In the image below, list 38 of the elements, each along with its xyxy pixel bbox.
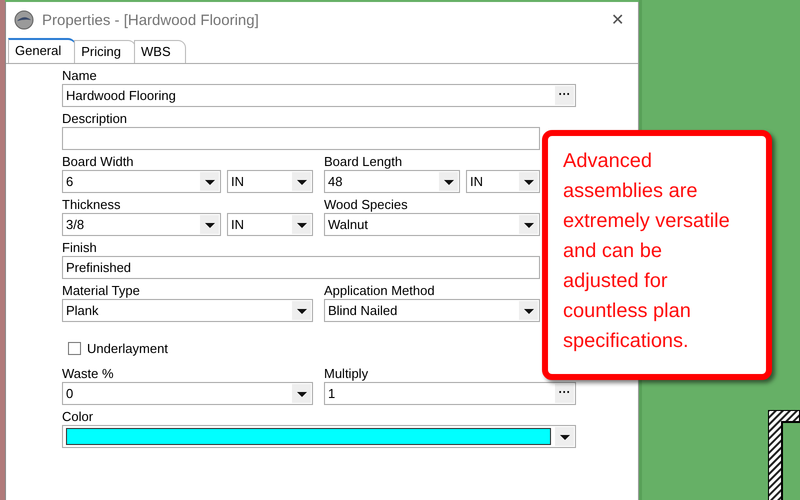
field-label: Color [62, 408, 94, 425]
app-logo-icon [14, 10, 34, 30]
field-label: Board Width [62, 153, 135, 170]
checkbox-label: Underlayment [87, 341, 168, 356]
tab[interactable]: WBS [134, 40, 186, 63]
ellipsis-button[interactable]: ··· [555, 384, 574, 403]
checkbox[interactable] [68, 342, 81, 355]
field-label: Name [62, 67, 98, 84]
field-label: Wood Species [324, 196, 409, 213]
close-button[interactable]: ✕ [605, 8, 630, 32]
dropdown[interactable]: 6 [62, 170, 221, 193]
dropdown[interactable]: 0 [62, 382, 313, 405]
dropdown[interactable]: Blind Nailed [324, 299, 540, 322]
text-field[interactable] [62, 127, 540, 150]
color-dropdown[interactable] [62, 425, 576, 448]
callout-text: Advanced assemblies are extremely versatile and can be adjusted for countless plan specifications. [563, 149, 731, 354]
dropdown[interactable]: 48 [324, 170, 460, 193]
dropdown[interactable]: Plank [62, 299, 313, 322]
text-field[interactable]: 1 ··· [324, 382, 576, 405]
field-label: Board Length [324, 153, 404, 170]
tab[interactable]: Pricing [74, 40, 136, 63]
tab[interactable]: General [8, 38, 76, 63]
field-label: Finish [62, 239, 98, 256]
field-label: Multiply [324, 365, 370, 382]
field-label: Waste % [62, 365, 115, 382]
ellipsis-button[interactable]: ··· [555, 86, 574, 105]
dropdown[interactable]: Walnut [324, 213, 540, 236]
text-field[interactable]: Hardwood Flooring ··· [62, 84, 576, 107]
window-title: Properties - [Hardwood Flooring] [42, 12, 260, 28]
field-label: Application Method [324, 282, 436, 299]
text-field[interactable]: Prefinished [62, 256, 540, 279]
dropdown[interactable]: 3/8 [62, 213, 221, 236]
field-label: Material Type [62, 282, 141, 299]
unit-dropdown[interactable]: IN [226, 213, 313, 236]
unit-dropdown[interactable]: IN [466, 170, 540, 193]
field-label: Description [62, 110, 128, 127]
field-label: Thickness [62, 196, 122, 213]
unit-dropdown[interactable]: IN [226, 170, 313, 193]
